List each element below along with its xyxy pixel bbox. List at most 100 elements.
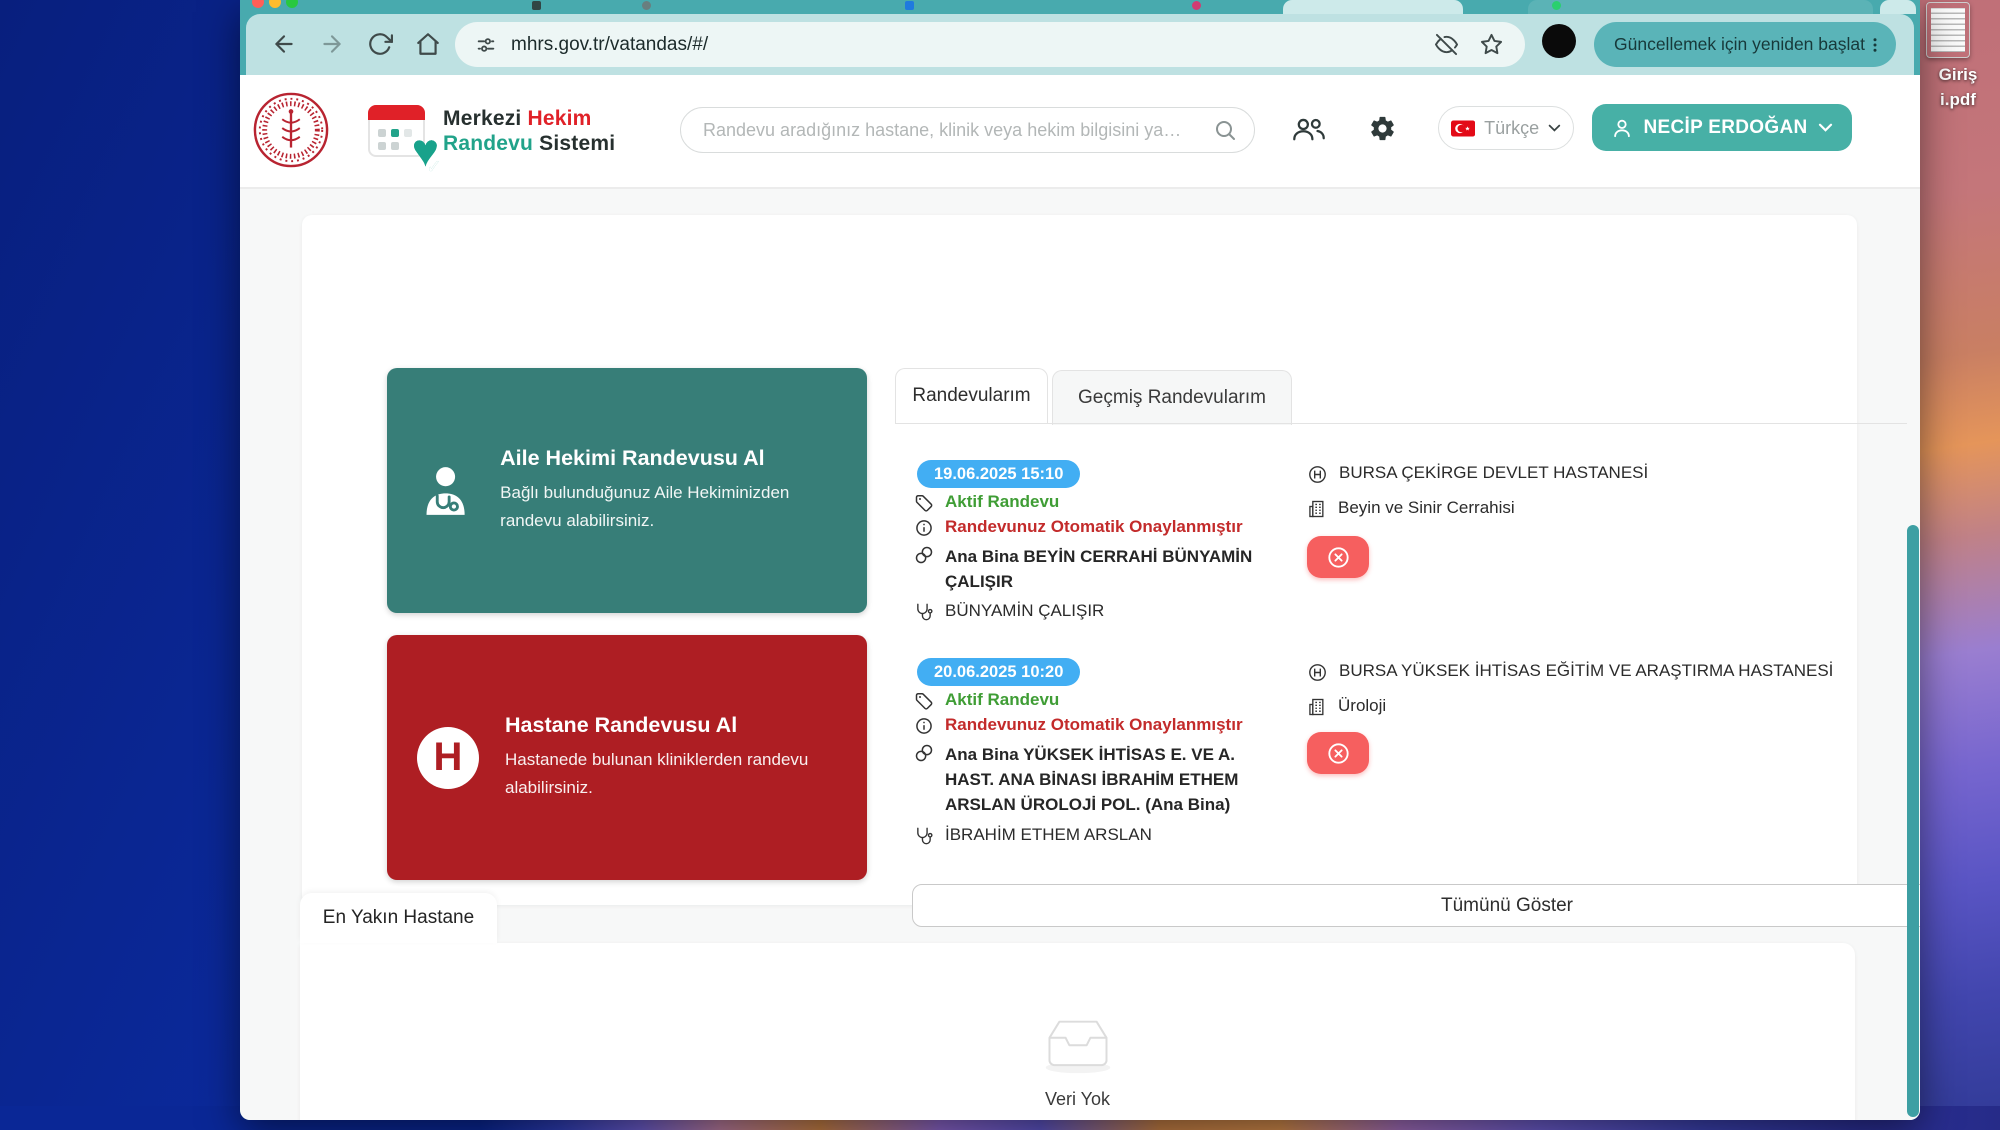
- pdf-file-label[interactable]: Giriş i.pdf: [1916, 62, 2000, 112]
- browser-tab-bar[interactable]: [240, 0, 1920, 14]
- appointments-card: Aile Hekimi Randevusu Al Bağlı bulunduğu…: [302, 215, 1857, 905]
- restart-button-label: Güncellemek için yeniden başlat: [1614, 34, 1865, 55]
- background-tab[interactable]: [1528, 0, 1873, 14]
- forward-arrow-icon: [319, 31, 345, 57]
- cancel-circle-x-icon: [1326, 741, 1351, 766]
- appointment-hospital-row: BURSA ÇEKİRGE DEVLET HASTANESİ: [1307, 463, 1867, 485]
- tab-favicon[interactable]: [532, 1, 541, 10]
- settings-button[interactable]: [1368, 114, 1397, 146]
- mhrs-page: ♥✓ Merkezi Hekim Randevu Sistemi: [240, 75, 1920, 1120]
- empty-box-icon: [1037, 1013, 1119, 1075]
- info-icon: [914, 716, 934, 736]
- active-tab[interactable]: [1283, 0, 1463, 14]
- cancel-circle-x-icon: [1326, 545, 1351, 570]
- tab-en-yakin-hastane[interactable]: En Yakın Hastane: [300, 893, 497, 943]
- cancel-appointment-button[interactable]: [1307, 732, 1369, 774]
- language-label: Türkçe: [1484, 118, 1539, 139]
- relatives-button[interactable]: [1292, 115, 1326, 146]
- search-input[interactable]: [680, 107, 1255, 153]
- tab-randevularim[interactable]: Randevularım: [895, 368, 1048, 423]
- cancel-appointment-button[interactable]: [1307, 536, 1369, 578]
- appointment-clinic-row: Ana Bina YÜKSEK İHTİSAS E. VE A. HAST. A…: [914, 742, 1266, 817]
- chevron-down-icon: [1818, 122, 1833, 133]
- tab-favicon-whatsapp[interactable]: [1552, 1, 1561, 10]
- appointment-note-row: Randevunuz Otomatik Onaylanmıştır: [914, 715, 1294, 736]
- user-name: NECİP ERDOĞAN: [1643, 117, 1807, 139]
- reload-button[interactable]: [366, 31, 394, 59]
- browser-toolbar: mhrs.gov.tr/vatandas/#/ Güncellemek için…: [246, 14, 1914, 75]
- appointment-doctor-row: İBRAHİM ETHEM ARSLAN: [914, 825, 1274, 846]
- family-card-title: Aile Hekimi Randevusu Al: [500, 446, 837, 471]
- bookmark-star-icon[interactable]: [1480, 33, 1503, 56]
- language-selector[interactable]: Türkçe: [1438, 106, 1574, 150]
- tab-gecmis-randevularim[interactable]: Geçmiş Randevularım: [1052, 370, 1292, 425]
- home-icon: [415, 31, 441, 57]
- brand-title: Merkezi Hekim Randevu Sistemi: [443, 106, 615, 157]
- empty-state-text: Veri Yok: [1045, 1089, 1110, 1110]
- desktop: Giriş i.pdf: [0, 0, 2000, 1130]
- department-building-icon: [1307, 499, 1327, 519]
- tag-icon: [914, 691, 934, 711]
- zoom-window-button[interactable]: [286, 0, 298, 8]
- doctor-icon: [417, 453, 474, 529]
- hospital-h-icon: H: [417, 727, 479, 789]
- person-icon: [1611, 117, 1633, 139]
- eye-off-icon[interactable]: [1435, 33, 1458, 56]
- stethoscope-icon: [914, 602, 934, 622]
- address-bar[interactable]: mhrs.gov.tr/vatandas/#/: [455, 22, 1525, 67]
- pdf-file-icon[interactable]: [1926, 2, 1970, 58]
- family-doctor-appointment-card[interactable]: Aile Hekimi Randevusu Al Bağlı bulunduğu…: [387, 368, 867, 613]
- people-icon: [1292, 115, 1326, 143]
- turkish-flag-icon: [1451, 118, 1475, 139]
- mhrs-logo: ♥✓ Merkezi Hekim Randevu Sistemi: [368, 105, 615, 157]
- department-building-icon: [1307, 697, 1327, 717]
- appointment-clinic-row: Ana Bina BEYİN CERRAHİ BÜNYAMİN ÇALIŞIR: [914, 544, 1254, 594]
- hospital-card-title: Hastane Randevusu Al: [505, 713, 837, 738]
- nearest-hospital-panel: Veri Yok: [300, 943, 1855, 1120]
- tab-favicon[interactable]: [905, 1, 914, 10]
- back-button[interactable]: [270, 31, 298, 59]
- hospital-card-description: Hastanede bulunan kliniklerden randevu a…: [505, 746, 837, 802]
- close-window-button[interactable]: [252, 0, 264, 8]
- user-menu-button[interactable]: NECİP ERDOĞAN: [1592, 104, 1852, 151]
- appointment-department-row: Beyin ve Sinir Cerrahisi: [1307, 498, 1867, 519]
- pdf-file-label-line2: i.pdf: [1916, 87, 2000, 112]
- minimize-window-button[interactable]: [269, 0, 281, 8]
- restart-to-update-button[interactable]: Güncellemek için yeniden başlat: [1594, 22, 1896, 67]
- calendar-heart-icon: ♥✓: [368, 105, 425, 157]
- url-text[interactable]: mhrs.gov.tr/vatandas/#/: [511, 34, 708, 56]
- show-all-button[interactable]: Tümünü Göster: [912, 884, 1920, 927]
- tab-favicon[interactable]: [642, 1, 651, 10]
- hospital-circle-h-icon: [1307, 662, 1328, 683]
- appointment-datetime-badge: 19.06.2025 15:10: [917, 460, 1080, 488]
- appointment-department-row: Üroloji: [1307, 696, 1867, 717]
- kebab-menu-icon[interactable]: [1866, 36, 1884, 54]
- page-scrollbar-thumb[interactable]: [1907, 525, 1919, 1117]
- heart-icon: ♥✓: [412, 127, 439, 173]
- appointment-status-row: Aktif Randevu: [914, 690, 1274, 711]
- clinic-link-icon: [914, 743, 934, 763]
- forward-button[interactable]: [318, 31, 346, 59]
- home-button[interactable]: [414, 31, 442, 59]
- gear-icon: [1368, 114, 1397, 143]
- family-card-description: Bağlı bulunduğunuz Aile Hekiminizden ran…: [500, 479, 837, 535]
- hospital-appointment-card[interactable]: H Hastane Randevusu Al Hastanede bulunan…: [387, 635, 867, 880]
- appointment-hospital-row: BURSA YÜKSEK İHTİSAS EĞİTİM VE ARAŞTIRMA…: [1307, 661, 1887, 683]
- appointment-datetime-badge: 20.06.2025 10:20: [917, 658, 1080, 686]
- stethoscope-icon: [914, 826, 934, 846]
- global-search: [680, 107, 1255, 153]
- reload-icon: [367, 31, 393, 57]
- new-tab-button[interactable]: [1880, 0, 1916, 14]
- pdf-file-label-line1: Giriş: [1916, 62, 2000, 87]
- hospital-circle-h-icon: [1307, 464, 1328, 485]
- clinic-link-icon: [914, 545, 934, 565]
- browser-window: mhrs.gov.tr/vatandas/#/ Güncellemek için…: [240, 0, 1920, 1120]
- ministry-of-health-logo: [252, 91, 330, 169]
- profile-avatar[interactable]: [1542, 24, 1576, 58]
- tab-favicon[interactable]: [1192, 1, 1201, 10]
- appointment-doctor-row: BÜNYAMİN ÇALIŞIR: [914, 601, 1274, 622]
- back-arrow-icon: [271, 31, 297, 57]
- site-info-icon[interactable]: [475, 34, 497, 56]
- appointment-status-row: Aktif Randevu: [914, 492, 1274, 513]
- search-icon[interactable]: [1213, 118, 1237, 142]
